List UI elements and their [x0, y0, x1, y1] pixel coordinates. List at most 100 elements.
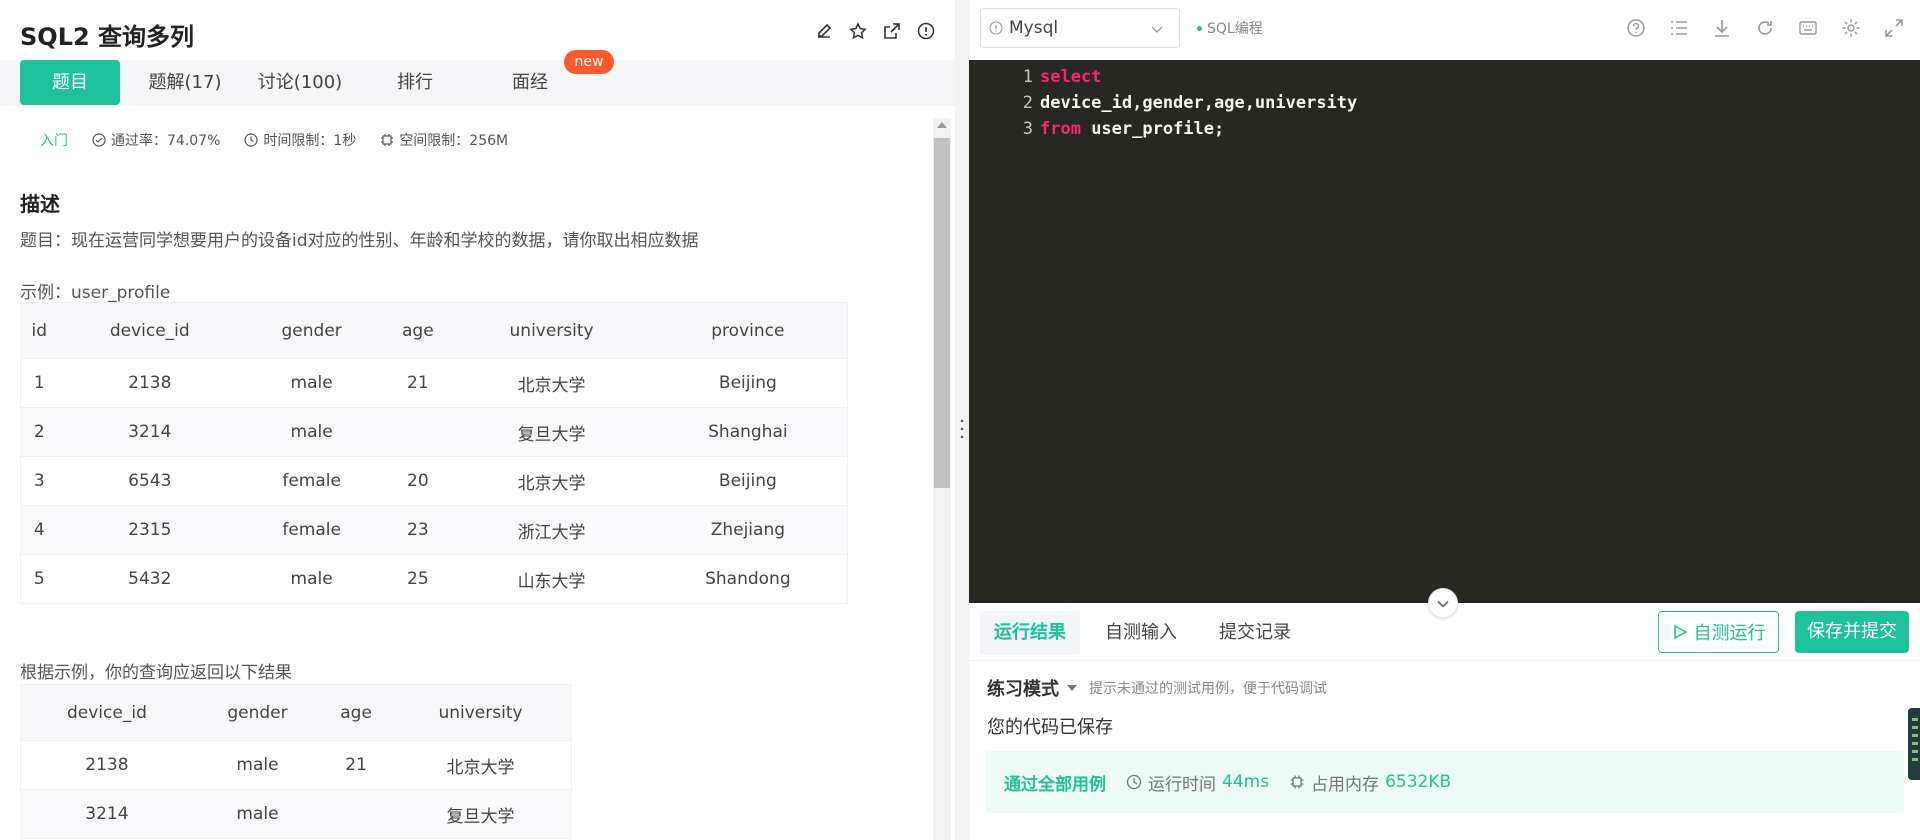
language-select[interactable]: Mysql [980, 8, 1180, 48]
column-header: age [381, 302, 455, 359]
tab-discussion[interactable]: 讨论(100) [250, 60, 350, 105]
edit-icon[interactable] [815, 22, 833, 40]
table-header-row: device_id gender age university [20, 684, 572, 741]
table-cell: 山东大学 [454, 554, 649, 604]
tab-custom-input[interactable]: 自测输入 [1091, 611, 1191, 655]
info-icon [989, 21, 1003, 35]
table-row: 2 3214 male 复旦大学 Shanghai [20, 407, 848, 457]
table-cell: 25 [381, 554, 455, 604]
memory-value: 6532KB [1385, 772, 1452, 792]
table-cell: Beijing [648, 358, 848, 408]
table-cell: male [192, 789, 323, 839]
fullscreen-icon[interactable] [1884, 18, 1904, 38]
panel-splitter[interactable] [955, 0, 969, 840]
download-icon[interactable] [1712, 18, 1732, 38]
problem-scrollbar[interactable] [933, 118, 951, 840]
sql-keyword: select [1040, 67, 1102, 87]
clock-icon [1126, 774, 1142, 790]
table-cell: male [242, 407, 382, 457]
side-widget[interactable] [1908, 708, 1920, 780]
keyboard-icon[interactable] [1798, 18, 1818, 38]
problem-panel: SQL2 查询多列 题目 题解(17) 讨论(100) 排行 面经 new 入门… [0, 0, 955, 840]
scrollbar-thumb[interactable] [934, 138, 950, 488]
result-label: 根据示例，你的查询应返回以下结果 [20, 663, 292, 683]
memory-stat: 占用内存 6532KB [1289, 770, 1451, 795]
language-value: Mysql [1009, 18, 1059, 38]
scroll-up-arrow[interactable] [937, 122, 947, 128]
table-row: 4 2315 female 23 浙江大学 Zhejiang [20, 505, 848, 555]
problem-title-bar: SQL2 查询多列 [0, 0, 955, 64]
practice-mode-select[interactable]: 练习模式 [987, 675, 1059, 701]
widget-bar [1912, 726, 1918, 729]
table-row: 5 5432 male 25 山东大学 Shandong [20, 554, 848, 604]
table-cell: male [242, 358, 382, 408]
tab-problem[interactable]: 题目 [20, 60, 120, 105]
table-cell: 5432 [57, 554, 243, 604]
tab-run-result[interactable]: 运行结果 [980, 611, 1080, 655]
table-cell: female [242, 505, 382, 555]
tab-ranking[interactable]: 排行 [365, 60, 465, 105]
table-cell: 21 [322, 740, 391, 790]
chip-icon [1290, 775, 1304, 789]
mode-tag-text: SQL编程 [1207, 21, 1263, 37]
code-text: from user_profile; [1040, 116, 1224, 142]
table-cell: 20 [381, 456, 455, 506]
run-time-stat: 运行时间 44ms [1126, 770, 1269, 795]
code-editor[interactable]: 1 select 2 device_id,gender,age,universi… [969, 60, 1920, 603]
star-icon[interactable] [849, 22, 867, 40]
table-cell: 6543 [57, 456, 243, 506]
info-icon[interactable] [917, 22, 935, 40]
save-submit-button[interactable]: 保存并提交 [1795, 611, 1909, 653]
table-cell: 21 [381, 358, 455, 408]
chevron-down-icon [1437, 600, 1449, 608]
description-text: 题目：现在运营同学想要用户的设备id对应的性别、年龄和学校的数据，请你取出相应数… [20, 231, 699, 251]
widget-bar [1912, 750, 1918, 753]
table-cell: 4 [20, 505, 58, 555]
tab-solutions[interactable]: 题解(17) [135, 60, 235, 105]
table-cell: 3214 [20, 789, 193, 839]
table-cell: male [192, 740, 323, 790]
pass-result-box: 通过全部用例 运行时间 44ms 占用内存 6532KB [986, 751, 1904, 813]
code-line: 2 device_id,gender,age,university [969, 90, 1920, 116]
self-test-label: 自测运行 [1693, 623, 1766, 644]
table-cell [322, 789, 391, 839]
tab-submissions[interactable]: 提交记录 [1205, 611, 1305, 655]
collapse-console-button[interactable] [1428, 588, 1458, 618]
self-test-button[interactable]: 自测运行 [1658, 611, 1779, 653]
run-time-value: 44ms [1222, 772, 1270, 792]
refresh-icon[interactable] [1755, 18, 1775, 38]
code-fragment: user_profile; [1080, 119, 1225, 139]
widget-bar [1912, 718, 1918, 721]
table-row: 2138 male 21 北京大学 [20, 740, 572, 790]
code-line: 1 select [969, 64, 1920, 90]
gear-icon[interactable] [1841, 18, 1861, 38]
list-icon[interactable] [1669, 18, 1689, 38]
practice-mode-row: 练习模式 提示未通过的测试用例，便于代码调试 [987, 675, 1327, 701]
column-header: university [454, 302, 649, 359]
table-cell [381, 407, 455, 457]
table-cell: 2 [20, 407, 58, 457]
help-icon[interactable] [1626, 18, 1646, 38]
column-header: age [322, 684, 391, 741]
widget-bar [1912, 742, 1918, 745]
app: SQL2 查询多列 题目 题解(17) 讨论(100) 排行 面经 new 入门… [0, 0, 1920, 840]
line-number: 1 [1022, 67, 1033, 87]
share-icon[interactable] [883, 22, 901, 40]
table-cell: 2138 [57, 358, 243, 408]
practice-hint: 提示未通过的测试用例，便于代码调试 [1089, 681, 1327, 697]
table-cell: female [242, 456, 382, 506]
new-badge: new [564, 50, 614, 74]
table-cell: 1 [20, 358, 58, 408]
column-header: gender [242, 302, 382, 359]
table-row: 3 6543 female 20 北京大学 Beijing [20, 456, 848, 506]
table-cell: 浙江大学 [454, 505, 649, 555]
caret-down-icon[interactable] [1067, 685, 1077, 691]
sql-keyword: from [1040, 119, 1081, 139]
table-cell: 2315 [57, 505, 243, 555]
title-actions [815, 22, 935, 40]
code-text: select [1040, 64, 1101, 90]
table-cell: 复旦大学 [454, 407, 649, 457]
drag-handle-icon[interactable] [960, 418, 964, 440]
table-cell: Beijing [648, 456, 848, 506]
table-cell: 北京大学 [390, 740, 572, 790]
